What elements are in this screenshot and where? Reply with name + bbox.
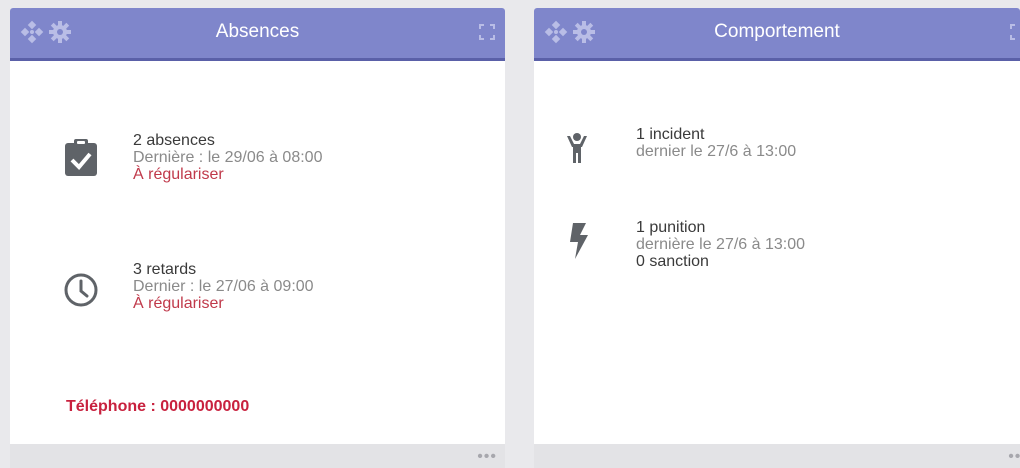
widget-title: Absences	[215, 21, 300, 42]
retards-summary[interactable]: 3 retards Dernier : le 27/06 à 09:00 À r…	[133, 261, 314, 312]
clock-icon	[64, 273, 98, 307]
incident-figure-icon	[567, 133, 587, 163]
absences-count: 2 absences	[133, 132, 215, 149]
widget-footer: •••	[10, 444, 505, 468]
retards-status: À régulariser	[133, 295, 224, 312]
absences-status: À régulariser	[133, 166, 224, 183]
comportement-widget: Comportement 1 incident dernier le 27/6 …	[534, 8, 1020, 468]
absences-summary[interactable]: 2 absences Dernière : le 29/06 à 08:00 À…	[133, 132, 322, 183]
incident-last: dernier le 27/6 à 13:00	[636, 143, 797, 160]
expand-icon[interactable]	[479, 24, 495, 40]
punition-count: 1 punition	[636, 219, 706, 236]
punition-summary[interactable]: 1 punition dernière le 27/6 à 13:00 0 sa…	[636, 219, 805, 270]
incident-count: 1 incident	[636, 126, 705, 143]
punition-last: dernière le 27/6 à 13:00	[636, 236, 806, 253]
widget-footer: •••	[534, 444, 1020, 468]
retards-last: Dernier : le 27/06 à 09:00	[133, 278, 314, 295]
expand-icon[interactable]	[1010, 24, 1020, 40]
clipboard-check-icon	[65, 139, 97, 176]
phone-number: Téléphone : 0000000000	[66, 398, 250, 415]
widget-title: Comportement	[714, 21, 840, 42]
retards-count: 3 retards	[133, 261, 197, 278]
more-options-icon[interactable]: •••	[1008, 448, 1020, 466]
more-options-icon[interactable]: •••	[477, 448, 497, 466]
widget-header: Absences	[10, 8, 505, 61]
absences-last: Dernière : le 29/06 à 08:00	[133, 149, 323, 166]
incident-summary[interactable]: 1 incident dernier le 27/6 à 13:00	[636, 126, 796, 160]
widget-header: Comportement	[534, 8, 1020, 61]
sanction-count: 0 sanction	[636, 253, 709, 270]
lightning-icon	[570, 223, 588, 259]
absences-widget: Absences 2 absences Dernière : le 29/06 …	[10, 8, 505, 468]
